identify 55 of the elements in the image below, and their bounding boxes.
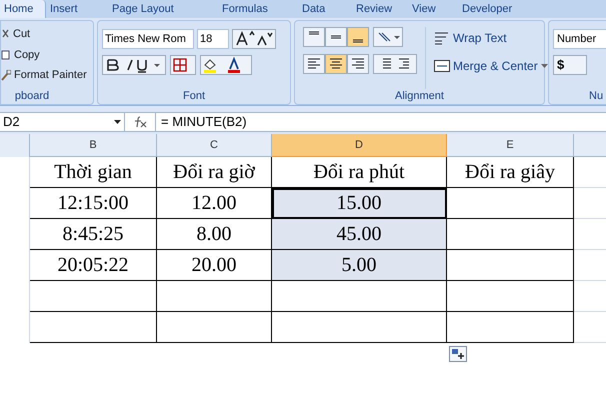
table-cell: 45.00 [272,219,447,250]
align-button[interactable] [347,27,369,47]
cut-button[interactable]: Cut [1,26,93,42]
merge-icon [434,59,450,73]
group-label: pboard [14,89,50,104]
table-cell: Đổi ra giờ [157,157,272,188]
ribbon-tab[interactable]: View [408,0,458,18]
table-cell: 5.00 [272,250,447,281]
currency-button[interactable]: $ [553,55,587,75]
borders-icon[interactable] [170,55,196,75]
brush-icon [1,70,11,81]
wrap-text-button[interactable]: Wrap Text [434,29,548,47]
indent-icon[interactable] [373,54,417,74]
copy-button[interactable]: Copy [1,46,93,63]
column-header[interactable]: D [272,134,447,157]
table-cell: 8.00 [157,219,272,250]
group-label: Alignment [394,89,445,104]
align-button[interactable] [303,27,325,47]
ribbon-tab[interactable]: Data [298,0,352,18]
orientation-icon[interactable] [373,27,403,47]
dropdown-arrow-icon [540,64,548,68]
font-name-field[interactable]: Times New Rom [102,29,194,49]
table-cell: 8:45:25 [30,219,157,250]
ribbon-tab[interactable]: Page Layout [108,0,218,18]
font-size-field[interactable]: 18 [197,29,229,49]
align-button[interactable] [303,54,325,74]
table-cell: 12.00 [157,188,272,219]
painter-button[interactable]: Format Painter [1,67,93,84]
function-icon[interactable] [133,116,147,128]
auto-fill-options-icon[interactable] [449,346,467,362]
table-cell: Thời gian [30,157,157,188]
ribbon-tab[interactable]: Review [352,0,408,18]
align-button[interactable] [325,27,347,47]
table-cell: Đổi ra phút [272,157,447,188]
table-cell: 15.00 [272,188,447,219]
ribbon-tab[interactable]: Insert [46,0,108,18]
group-label: Nu [588,89,604,104]
table-cell: 20.00 [157,250,272,281]
ribbon-tab[interactable]: Home [0,0,46,18]
ribbon-tab[interactable]: Formulas [218,0,298,18]
table-cell: 20:05:22 [30,250,157,281]
dropdown-arrow-icon [114,120,121,124]
table-cell: 12:15:00 [30,188,157,219]
format-buttons-icon[interactable] [102,55,166,75]
grow-font-icon[interactable] [232,29,276,49]
merge-center-button[interactable]: Merge & Center [434,57,548,75]
group-label: Font [182,89,206,104]
align-button[interactable] [325,54,347,74]
number-format-field[interactable]: Number [553,29,606,49]
ribbon-tab[interactable]: Developer [458,0,538,18]
table-cell: Đổi ra giây [447,157,574,188]
formula-field[interactable]: = MINUTE(B2) [156,112,606,132]
align-button[interactable] [347,54,369,74]
fill-font-color-icon[interactable] [200,55,252,75]
wrap-text-icon [434,31,450,45]
